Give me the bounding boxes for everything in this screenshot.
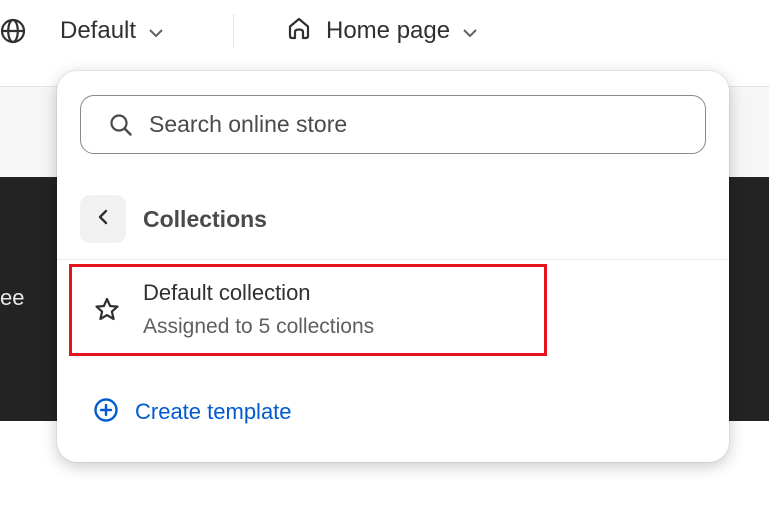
template-item-title: Default collection	[143, 280, 311, 305]
back-button[interactable]	[80, 195, 126, 243]
template-item-subtitle: Assigned to 5 collections	[143, 315, 375, 338]
template-item-text: Default collection Assigned to 5 collect…	[143, 279, 374, 341]
template-item-default-collection[interactable]: Default collection Assigned to 5 collect…	[69, 264, 547, 356]
chevron-down-icon	[462, 17, 478, 45]
plus-circle-icon	[93, 397, 119, 428]
banner-text: ee	[0, 285, 25, 310]
topbar-divider	[233, 14, 234, 48]
divider	[57, 259, 729, 260]
chevron-down-icon	[148, 17, 164, 45]
page-selector[interactable]: Home page	[286, 12, 478, 50]
section-title: Collections	[143, 205, 267, 232]
home-icon	[286, 15, 312, 48]
search-field[interactable]	[80, 95, 706, 154]
create-template-label: Create template	[135, 399, 292, 424]
star-icon	[93, 296, 125, 324]
theme-selector[interactable]: Default	[60, 12, 164, 50]
page-selector-label: Home page	[326, 17, 451, 44]
theme-selector-label: Default	[60, 17, 137, 44]
chevron-left-icon	[97, 208, 109, 231]
search-input[interactable]	[149, 111, 609, 138]
search-icon	[109, 113, 133, 137]
template-dropdown: Collections Default collection Assigned …	[57, 71, 729, 462]
section-header: Collections	[80, 195, 267, 243]
globe-icon[interactable]	[0, 12, 26, 50]
create-template-button[interactable]: Create template	[93, 394, 292, 430]
